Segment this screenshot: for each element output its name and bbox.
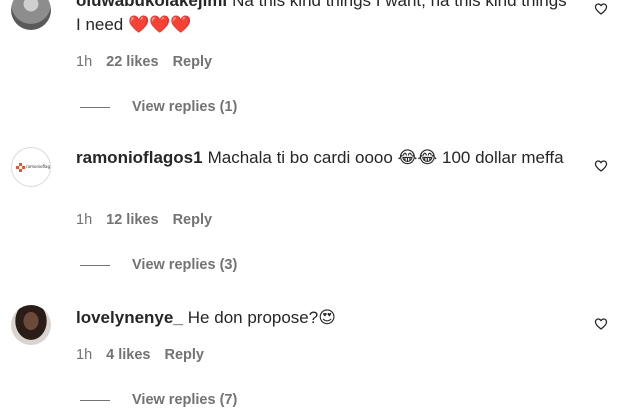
comment-likes[interactable]: 4 likes xyxy=(106,347,150,363)
heart-outline-icon[interactable] xyxy=(594,2,608,16)
comment-text: He don propose?😍 xyxy=(187,308,336,327)
comment-body: oluwabukolakejimi Na this kind things I w… xyxy=(76,0,576,37)
replies-divider xyxy=(80,264,110,266)
comment-username[interactable]: ramonioflagos1 xyxy=(76,148,203,167)
view-replies-label: View replies (3) xyxy=(132,257,238,273)
comment-username[interactable]: lovelynenye_ xyxy=(76,308,183,327)
comment-likes[interactable]: 12 likes xyxy=(106,212,158,228)
view-replies-label: View replies (7) xyxy=(132,392,238,408)
view-replies-button[interactable]: View replies (3) xyxy=(80,257,237,273)
avatar[interactable] xyxy=(11,305,51,345)
reply-button[interactable]: Reply xyxy=(173,212,213,228)
comment-time[interactable]: 1h xyxy=(76,54,92,70)
avatar[interactable] xyxy=(11,0,51,30)
reply-button[interactable]: Reply xyxy=(164,347,204,363)
comment-meta: 1h 12 likes Reply xyxy=(76,212,212,228)
avatar[interactable]: ramonioflagos xyxy=(11,147,51,187)
view-replies-button[interactable]: View replies (7) xyxy=(80,392,237,408)
comment-time[interactable]: 1h xyxy=(76,347,92,363)
comments-list: oluwabukolakejimi Na this kind things I w… xyxy=(0,0,620,420)
comment-body: ramonioflagos1 Machala ti bo cardi oooo 😂… xyxy=(76,146,576,170)
heart-outline-icon[interactable] xyxy=(594,317,608,331)
comment-username[interactable]: oluwabukolakejimi xyxy=(76,0,227,10)
view-replies-button[interactable]: View replies (1) xyxy=(80,99,237,115)
comment-meta: 1h 4 likes Reply xyxy=(76,347,204,363)
replies-divider xyxy=(80,106,110,108)
heart-outline-icon[interactable] xyxy=(594,159,608,173)
ramonioflagos-logo-icon: ramonioflagos xyxy=(16,163,50,172)
comment-likes[interactable]: 22 likes xyxy=(106,54,158,70)
replies-divider xyxy=(80,399,110,401)
comment-time[interactable]: 1h xyxy=(76,212,92,228)
reply-button[interactable]: Reply xyxy=(173,54,213,70)
comment-text: Machala ti bo cardi oooo 😂😂 100 dollar m… xyxy=(207,148,564,167)
comment-body: lovelynenye_ He don propose?😍 xyxy=(76,306,576,330)
comment-meta: 1h 22 likes Reply xyxy=(76,54,212,70)
view-replies-label: View replies (1) xyxy=(132,99,238,115)
avatar-logo-text: ramonioflagos xyxy=(26,164,50,169)
